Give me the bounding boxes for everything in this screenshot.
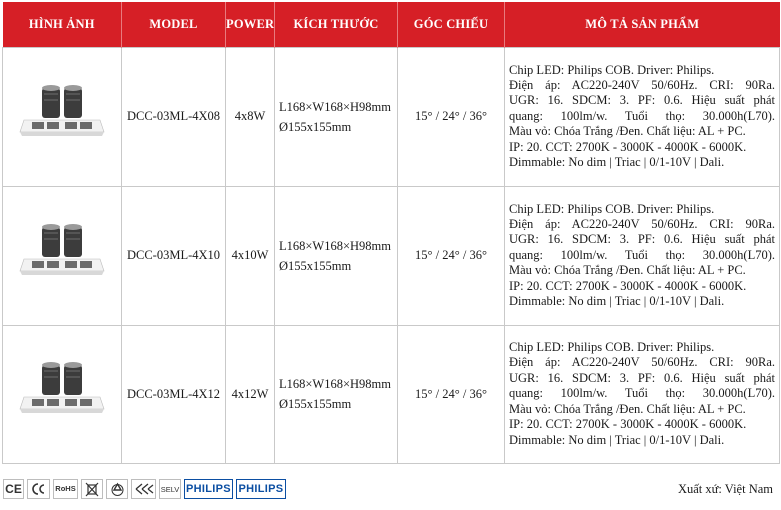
- desc-line: Màu vỏ: Chóa Trắng /Đen. Chất liệu: AL +…: [509, 401, 746, 416]
- desc-line: UGR: 16. SDCM: 3. PF: 0.6. Hiệu suất phá…: [509, 232, 775, 247]
- dimensions-cell: L168×W168×H98mm Ø155x155mm: [274, 46, 398, 187]
- desc-line: quang: 100lm/w. Tuổi thọ: 30.000h(L70).: [509, 386, 775, 401]
- downlight-product-image: [19, 223, 105, 275]
- cutout-size: Ø155x155mm: [279, 119, 352, 134]
- model-cell: DCC-03ML-4X10: [121, 185, 226, 326]
- dimensions-cell: L168×W168×H98mm Ø155x155mm: [274, 324, 398, 464]
- beam-angle-cell: 15° / 24° / 36°: [397, 185, 505, 326]
- product-image-cell: [2, 185, 122, 326]
- header-model: MODEL: [121, 2, 226, 47]
- desc-line: Màu vỏ: Chóa Trắng /Đen. Chất liệu: AL +…: [509, 263, 746, 278]
- table-row: DCC-03ML-4X10 4x10W L168×W168×H98mm Ø155…: [2, 185, 780, 326]
- rohs-label: RoHS: [55, 484, 76, 493]
- desc-line: Chip LED: Philips COB. Driver: Philips.: [509, 340, 715, 355]
- dimensions-lwh: L168×W168×H98mm: [279, 99, 392, 114]
- desc-line: IP: 20. CCT: 2700K - 3000K - 4000K - 600…: [509, 278, 747, 293]
- table-row: DCC-03ML-4X08 4x8W L168×W168×H98mm Ø155x…: [2, 46, 780, 187]
- cutout-size: Ø155x155mm: [279, 397, 352, 411]
- desc-line: Dimmable: No dim | Triac | 0/1-10V | Dal…: [509, 294, 725, 309]
- product-spec-table: HÌNH ẢNH MODEL POWER KÍCH THƯỚC GÓC CHIẾ…: [2, 2, 780, 464]
- desc-line: UGR: 16. SDCM: 3. PF: 0.6. Hiệu suất phá…: [509, 370, 775, 385]
- description-cell: Chip LED: Philips COB. Driver: Philips. …: [504, 185, 780, 326]
- ce-mark-icon: CE: [3, 479, 24, 499]
- philips-logo: PHILIPS: [236, 479, 286, 499]
- downlight-product-image: [19, 362, 105, 413]
- beam-angle-cell: 15° / 24° / 36°: [397, 324, 505, 464]
- model-cell: DCC-03ML-4X12: [121, 324, 226, 464]
- footer-bar: CE RoHS SELV PHILIPS PHILIPS Xuất xứ: Vi…: [0, 477, 781, 503]
- header-beam-angle: GÓC CHIẾU: [397, 2, 505, 47]
- dimensions-lwh: L168×W168×H98mm: [279, 238, 392, 253]
- desc-line: IP: 20. CCT: 2700K - 3000K - 4000K - 600…: [509, 139, 747, 154]
- cutout-size: Ø155x155mm: [279, 258, 352, 273]
- desc-line: Chip LED: Philips COB. Driver: Philips.: [509, 62, 715, 77]
- header-power: POWER: [225, 2, 275, 47]
- origin-text: Xuất xứ: Việt Nam: [677, 482, 773, 496]
- desc-line: Chip LED: Philips COB. Driver: Philips.: [509, 201, 715, 216]
- selv-mark-icon: SELV: [159, 479, 181, 499]
- ccc-mark-icon: [27, 479, 50, 499]
- fast-arrow-icon: [131, 479, 156, 499]
- beam-angle-cell: 15° / 24° / 36°: [397, 46, 505, 187]
- downlight-product-image: [19, 84, 105, 136]
- product-image-cell: [2, 324, 122, 464]
- description-cell: Chip LED: Philips COB. Driver: Philips. …: [504, 324, 780, 464]
- power-cell: 4x12W: [225, 324, 275, 464]
- rohs-icon: RoHS: [53, 479, 78, 499]
- desc-line: Điện áp: AC220-240V 50/60Hz. CRI: 90Ra.: [509, 355, 775, 370]
- desc-line: Điện áp: AC220-240V 50/60Hz. CRI: 90Ra.: [509, 77, 775, 92]
- desc-line: UGR: 16. SDCM: 3. PF: 0.6. Hiệu suất phá…: [509, 93, 775, 108]
- header-image: HÌNH ẢNH: [2, 2, 122, 47]
- desc-line: Điện áp: AC220-240V 50/60Hz. CRI: 90Ra.: [509, 216, 775, 231]
- desc-line: Màu vỏ: Chóa Trắng /Đen. Chất liệu: AL +…: [509, 124, 746, 139]
- desc-line: quang: 100lm/w. Tuổi thọ: 30.000h(L70).: [509, 108, 775, 123]
- power-cell: 4x10W: [225, 185, 275, 326]
- description-cell: Chip LED: Philips COB. Driver: Philips. …: [504, 46, 780, 187]
- dimensions-lwh: L168×W168×H98mm: [279, 377, 392, 391]
- model-cell: DCC-03ML-4X08: [121, 46, 226, 187]
- desc-line: Dimmable: No dim | Triac | 0/1-10V | Dal…: [509, 432, 725, 447]
- table-header-row: HÌNH ẢNH MODEL POWER KÍCH THƯỚC GÓC CHIẾ…: [2, 2, 780, 47]
- recycle-icon: [106, 479, 128, 499]
- dimensions-cell: L168×W168×H98mm Ø155x155mm: [274, 185, 398, 326]
- header-description: MÔ TẢ SẢN PHẨM: [504, 2, 780, 47]
- power-cell: 4x8W: [225, 46, 275, 187]
- table-row: DCC-03ML-4X12 4x12W L168×W168×H98mm Ø155…: [2, 324, 780, 464]
- philips-logo: PHILIPS: [184, 479, 233, 499]
- desc-line: Dimmable: No dim | Triac | 0/1-10V | Dal…: [509, 155, 725, 170]
- product-image-cell: [2, 46, 122, 187]
- desc-line: IP: 20. CCT: 2700K - 3000K - 4000K - 600…: [509, 417, 747, 432]
- header-dimensions: KÍCH THƯỚC: [274, 2, 398, 47]
- desc-line: quang: 100lm/w. Tuổi thọ: 30.000h(L70).: [509, 247, 775, 262]
- weee-bin-icon: [81, 479, 103, 499]
